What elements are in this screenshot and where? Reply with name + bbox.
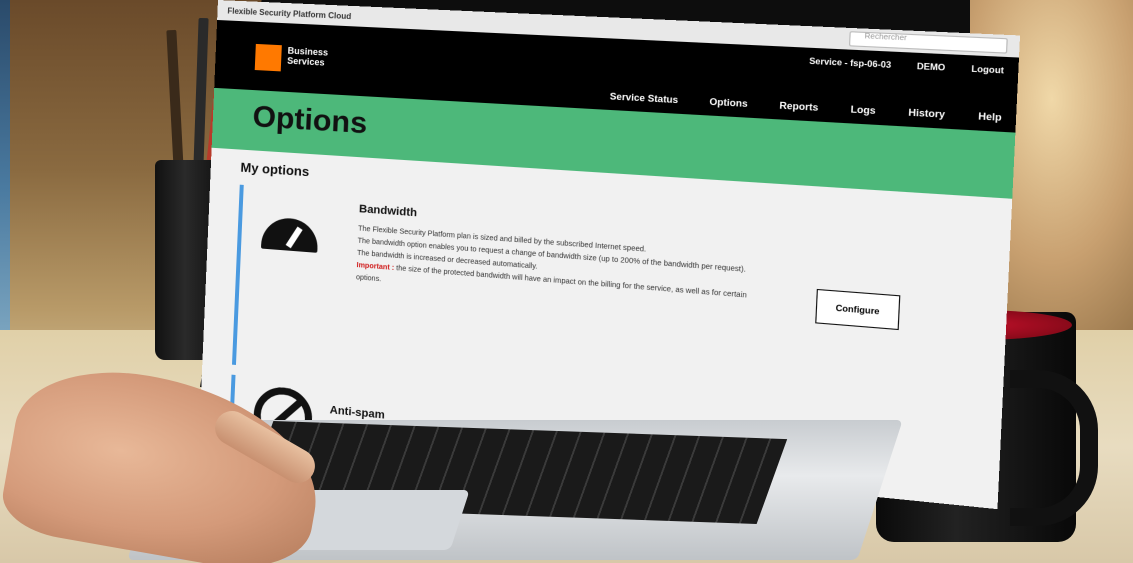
gauge-icon	[260, 216, 319, 253]
pencil	[193, 17, 209, 169]
pencil	[166, 29, 184, 171]
service-label[interactable]: Service - fsp-06-03	[809, 56, 891, 70]
page-title: Options	[251, 100, 368, 141]
nav-options[interactable]: Options	[709, 96, 748, 109]
account-label[interactable]: DEMO	[917, 62, 946, 73]
header-topline: Service - fsp-06-03 DEMO Logout	[809, 56, 1004, 75]
nav-logs[interactable]: Logs	[850, 104, 875, 116]
logo-line: Services	[286, 55, 325, 68]
nav-history[interactable]: History	[908, 107, 945, 120]
browser-tab-title[interactable]: Flexible Security Platform Cloud	[227, 6, 351, 21]
logo-text: Business Services	[287, 46, 328, 68]
nav-help[interactable]: Help	[978, 111, 1002, 123]
logout-link[interactable]: Logout	[971, 64, 1004, 75]
orange-logo[interactable]	[254, 43, 282, 72]
nav-reports[interactable]: Reports	[779, 100, 818, 113]
mug-handle	[1010, 370, 1098, 526]
nav-service-status[interactable]: Service Status	[610, 91, 679, 105]
important-label: Important :	[356, 261, 395, 273]
photo-background: Flexible Security Platform Cloud Recherc…	[0, 0, 1133, 563]
configure-button[interactable]: Configure	[815, 288, 901, 331]
